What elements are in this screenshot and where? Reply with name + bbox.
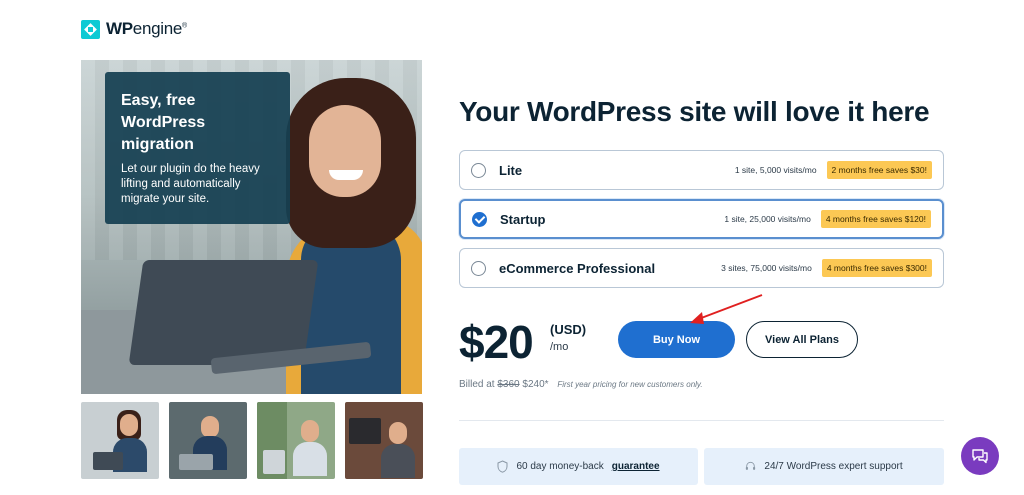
divider — [459, 420, 944, 421]
plan-radio-lite[interactable] — [471, 162, 486, 178]
price-amount: $20 — [459, 316, 534, 368]
check-icon[interactable] — [472, 211, 487, 227]
plan-meta: 1 site, 25,000 visits/mo — [724, 214, 811, 224]
shield-icon — [497, 460, 508, 473]
plan-option-ecommerce-professional[interactable]: eCommerce Professional 3 sites, 75,000 v… — [459, 248, 944, 288]
guarantee-link[interactable]: guarantee — [612, 461, 660, 472]
plan-name: eCommerce Professional — [499, 260, 656, 276]
page-headline: Your WordPress site will love it here — [459, 96, 930, 127]
annotation-arrow-icon — [690, 294, 763, 324]
plan-name: Startup — [500, 211, 546, 227]
billed-original-price: $360 — [497, 379, 520, 390]
thumbnail-3[interactable] — [257, 402, 335, 479]
plan-meta: 3 sites, 75,000 visits/mo — [721, 263, 812, 273]
wp-engine-logo-icon — [81, 19, 100, 39]
promo-title: Easy, free WordPress migration — [121, 92, 206, 153]
price-currency: (USD) — [550, 322, 587, 337]
billed-info: Billed at $360 $240* First year pricing … — [459, 379, 703, 390]
plan-name: Lite — [499, 162, 523, 178]
thumbnail-1[interactable] — [81, 402, 159, 479]
plan-badge: 2 months free saves $30! — [826, 161, 932, 179]
wp-engine-logo-text: WPengine® — [106, 19, 187, 38]
chat-widget-button[interactable] — [961, 437, 999, 475]
wp-engine-logo[interactable]: WPengine® — [81, 19, 187, 39]
price-period: /mo — [550, 341, 569, 353]
plan-option-startup[interactable]: Startup 1 site, 25,000 visits/mo 4 month… — [459, 199, 944, 239]
migration-promo-card: Easy, free WordPress migration Let our p… — [105, 72, 290, 224]
feature-support: 24/7 WordPress expert support — [704, 448, 944, 485]
plan-badge: 4 months free saves $300! — [821, 259, 932, 277]
hero-thumbnails — [81, 402, 423, 479]
plan-badge: 4 months free saves $120! — [820, 210, 931, 228]
plan-meta: 1 site, 5,000 visits/mo — [734, 165, 817, 175]
feature-guarantee: 60 day money-back guarantee — [459, 448, 698, 485]
thumbnail-4[interactable] — [345, 402, 423, 479]
chat-bubble-icon — [972, 449, 988, 464]
thumbnail-2[interactable] — [169, 402, 247, 479]
billed-discount-price: $240* — [522, 379, 549, 390]
plan-radio-ecommerce[interactable] — [471, 260, 486, 276]
plan-option-lite[interactable]: Lite 1 site, 5,000 visits/mo 2 months fr… — [459, 150, 944, 190]
promo-body: Let our plugin do the heavy lifting and … — [121, 163, 260, 205]
headset-icon — [746, 461, 756, 470]
pricing-note: First year pricing for new customers onl… — [557, 380, 703, 389]
